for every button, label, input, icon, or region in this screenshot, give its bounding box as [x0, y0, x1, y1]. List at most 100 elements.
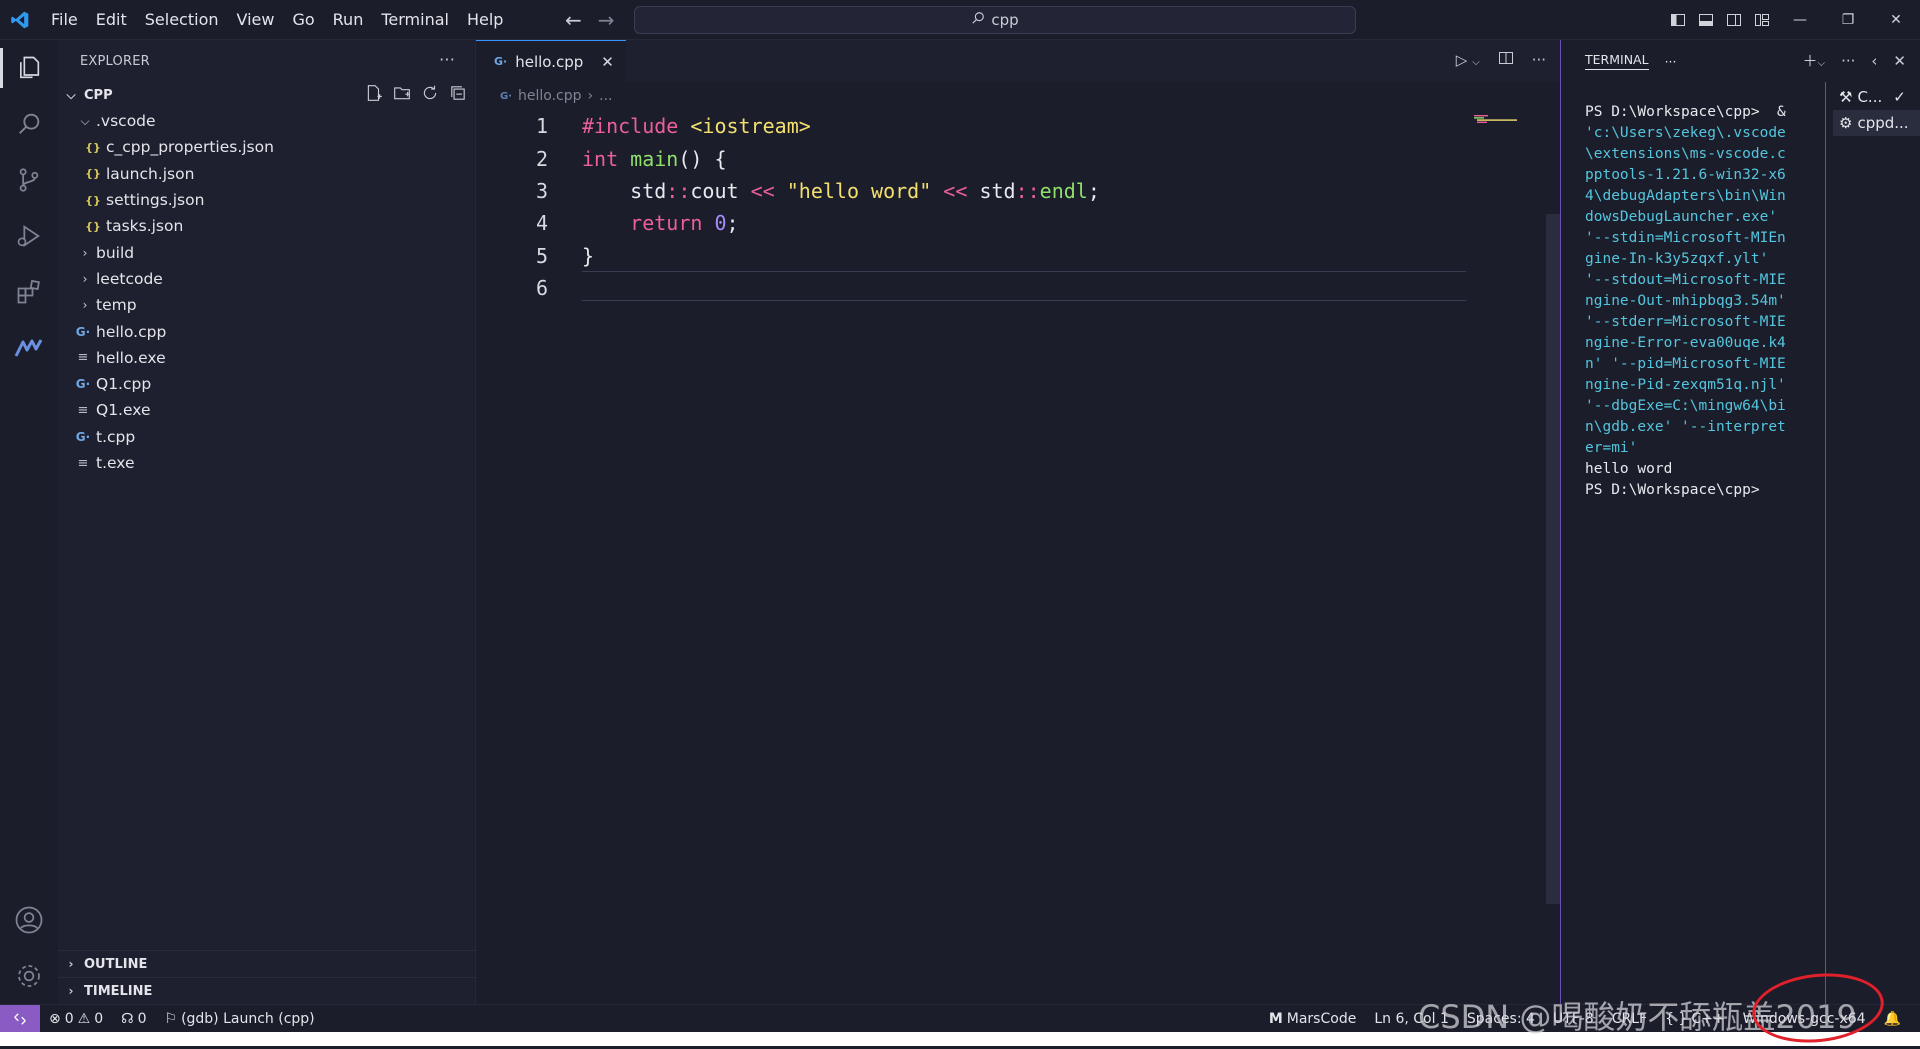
tree-item-folder[interactable]: › build [58, 239, 475, 265]
panel-more-icon[interactable]: ··· [1665, 54, 1677, 69]
line-number: 5 [535, 243, 548, 268]
debug-launch-status[interactable]: ⚐ (gdb) Launch (cpp) [156, 1011, 324, 1027]
customize-layout-icon[interactable] [1748, 0, 1776, 40]
workspace-folder-header[interactable]: ⌵ CPP [58, 82, 475, 108]
command-center-search[interactable]: cpp [634, 6, 1356, 34]
tree-item-folder[interactable]: ⌵ .vscode [58, 108, 475, 134]
explorer-actions [365, 84, 467, 106]
new-file-icon[interactable] [365, 84, 383, 106]
marscode-icon[interactable] [0, 320, 58, 376]
forward-arrow-icon[interactable]: → [598, 8, 615, 32]
tab-terminal[interactable]: TERMINAL [1585, 52, 1649, 70]
tree-item-file[interactable]: G· hello.cpp [58, 318, 475, 344]
chevron-right-icon: › [68, 984, 74, 998]
more-actions-icon[interactable]: ··· [439, 50, 455, 69]
breadcrumb-file[interactable]: hello.cpp [518, 88, 582, 104]
tree-item-file[interactable]: {} tasks.json [58, 213, 475, 239]
new-folder-icon[interactable] [393, 84, 411, 106]
terminal-session-item[interactable]: ⚒ C... ✓ [1833, 84, 1920, 110]
restore-icon[interactable]: ❐ [1824, 0, 1872, 40]
tree-item-file[interactable]: ≡ hello.exe [58, 345, 475, 371]
marscode-status[interactable]: M MarsCode [1260, 1011, 1366, 1027]
breadcrumb-symbol[interactable]: ... [599, 88, 612, 104]
json-file-icon: {} [85, 193, 101, 207]
remote-indicator-icon[interactable] [0, 1004, 40, 1033]
tree-item-folder[interactable]: › leetcode [58, 266, 475, 292]
extensions-icon[interactable] [0, 264, 58, 320]
error-count: 0 [64, 1010, 74, 1027]
tree-item-file[interactable]: {} settings.json [58, 187, 475, 213]
outline-section-header[interactable]: › OUTLINE [58, 950, 475, 977]
code-line: 1 #include <iostream> [476, 110, 1536, 142]
tree-item-folder[interactable]: › temp [58, 292, 475, 318]
chevron-left-icon[interactable]: ‹ [1871, 52, 1877, 70]
code-text: return 0; [630, 211, 739, 236]
source-control-icon[interactable] [0, 152, 58, 208]
terminal-more-icon[interactable]: ··· [1841, 52, 1855, 70]
toggle-secondary-sidebar-icon[interactable] [1720, 0, 1748, 40]
problems-status[interactable]: ⊗ 0 ⚠ 0 [40, 1011, 112, 1027]
ports-status[interactable]: ☊ 0 [112, 1011, 155, 1027]
cpp-file-icon: G· [494, 55, 508, 68]
menu-go[interactable]: Go [283, 0, 323, 40]
manage-gear-icon[interactable] [0, 948, 58, 1004]
tree-item-label: c_cpp_properties.json [106, 138, 274, 157]
split-editor-icon[interactable] [1498, 50, 1514, 70]
cpp-file-icon: G· [75, 429, 91, 444]
tab-hello-cpp[interactable]: G· hello.cpp ✕ [476, 40, 626, 82]
tree-item-file[interactable]: {} launch.json [58, 161, 475, 187]
close-window-icon[interactable]: ✕ [1872, 0, 1920, 40]
tree-item-label: build [96, 243, 135, 262]
tree-item-label: t.exe [96, 454, 135, 472]
minimize-icon[interactable]: — [1776, 0, 1824, 40]
accounts-icon[interactable] [0, 892, 58, 948]
tree-item-file[interactable]: G· Q1.cpp [58, 371, 475, 397]
menu-help[interactable]: Help [458, 0, 512, 40]
terminal-output[interactable]: PS D:\Workspace\cpp> & 'c:\Users\zekeg\.… [1585, 102, 1793, 501]
more-actions-icon[interactable]: ··· [1532, 51, 1546, 69]
line-number: 3 [535, 178, 548, 203]
tree-item-label: hello.cpp [96, 322, 167, 341]
cpp-file-icon: G· [75, 377, 91, 392]
back-arrow-icon[interactable]: ← [565, 8, 582, 32]
menu-run[interactable]: Run [324, 0, 373, 40]
menu-edit[interactable]: Edit [87, 0, 136, 40]
json-file-icon: {} [85, 167, 101, 181]
tab-label: hello.cpp [515, 52, 584, 71]
run-file-icon[interactable]: ▷ ⌵ [1456, 51, 1480, 69]
code-editor[interactable]: 1 #include <iostream> 2 int main() { 3 s… [476, 110, 1536, 304]
debug-launch-icon: ⚐ [164, 1010, 178, 1027]
menu-selection[interactable]: Selection [136, 0, 228, 40]
terminal-session-item[interactable]: ⚙ cppd... [1833, 110, 1920, 136]
breadcrumb-separator-icon: › [587, 88, 594, 104]
refresh-icon[interactable] [421, 84, 439, 106]
close-panel-icon[interactable]: ✕ [1893, 52, 1906, 70]
tree-item-file[interactable]: {} c_cpp_properties.json [58, 134, 475, 160]
toggle-primary-sidebar-icon[interactable] [1664, 0, 1692, 40]
error-icon: ⊗ [49, 1010, 61, 1027]
exe-file-icon: ≡ [77, 350, 89, 366]
minimap[interactable] [1474, 110, 1518, 123]
run-and-debug-icon[interactable] [0, 208, 58, 264]
new-terminal-icon[interactable]: ＋⌵ [1803, 50, 1826, 71]
editor-scrollbar[interactable] [1546, 214, 1560, 904]
tree-item-label: settings.json [106, 191, 205, 210]
tree-item-file[interactable]: ≡ Q1.exe [58, 397, 475, 423]
ports-count: 0 [137, 1010, 147, 1027]
code-line: 5 } [476, 240, 1536, 272]
search-icon[interactable] [0, 96, 58, 152]
tree-item-label: Q1.cpp [96, 375, 152, 394]
collapse-all-icon[interactable] [449, 84, 467, 106]
menu-file[interactable]: File [42, 0, 87, 40]
code-text: } [582, 243, 595, 268]
current-line-highlight [582, 270, 1466, 301]
toggle-panel-icon[interactable] [1692, 0, 1720, 40]
explorer-icon[interactable] [0, 40, 58, 96]
close-tab-icon[interactable]: ✕ [601, 53, 614, 71]
menu-terminal[interactable]: Terminal [372, 0, 458, 40]
timeline-section-header[interactable]: › TIMELINE [58, 977, 475, 1004]
tree-item-label: .vscode [96, 112, 156, 131]
tree-item-file[interactable]: G· t.cpp [58, 424, 475, 450]
menu-view[interactable]: View [228, 0, 284, 40]
tree-item-file[interactable]: ≡ t.exe [58, 450, 475, 476]
